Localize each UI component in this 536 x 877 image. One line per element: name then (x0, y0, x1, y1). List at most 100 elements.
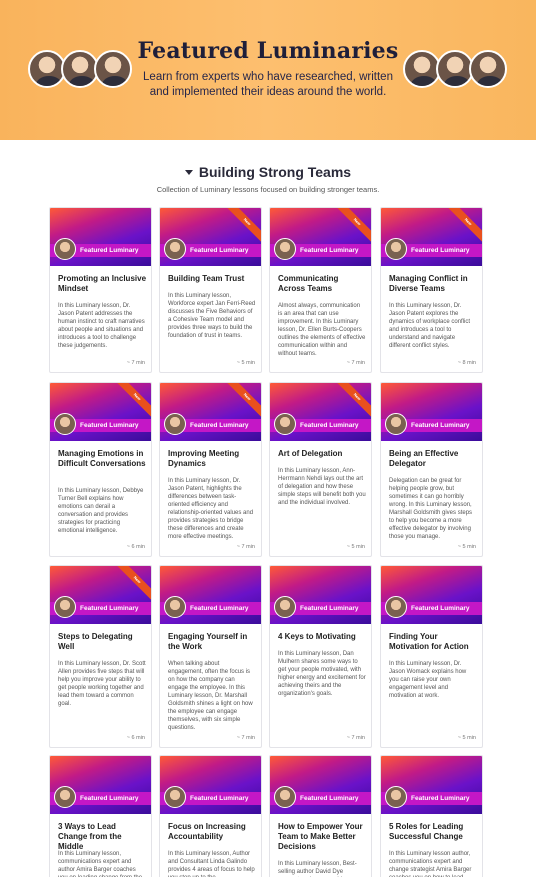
card-title[interactable]: Finding Your Motivation for Action (389, 632, 477, 652)
section-description: Collection of Luminary lessons focused o… (156, 185, 380, 194)
card-title[interactable]: 4 Keys to Motivating (278, 632, 366, 642)
card-banner: New Featured Luminary (50, 383, 151, 441)
card-title[interactable]: Communicating Across Teams (278, 274, 366, 294)
duration-label: ~ 5 min (457, 735, 476, 741)
featured-luminary-label: Featured Luminary (80, 605, 139, 612)
luminary-avatar (164, 786, 186, 808)
lesson-card[interactable]: New Featured Luminary Steps to Delegating … (49, 565, 152, 748)
lesson-card[interactable]: Featured Luminary 5 Roles for Leading Suc… (380, 755, 483, 877)
card-description: Almost always, communication is an area … (278, 303, 366, 357)
lesson-card[interactable]: Featured Luminary Engaging Yourself in th… (159, 565, 262, 748)
duration-label: ~ 7 min (346, 360, 365, 366)
card-banner: New Featured Luminary (270, 383, 371, 441)
page-subtitle: Learn from experts who have researched, … (143, 71, 393, 98)
featured-luminary-label: Featured Luminary (190, 795, 249, 802)
card-banner: Featured Luminary (160, 756, 261, 814)
luminary-avatar (274, 786, 296, 808)
luminary-avatar (274, 238, 296, 260)
card-description: In this Luminary lesson, Dr. Jason Paten… (58, 303, 145, 349)
featured-luminary-label: Featured Luminary (80, 247, 139, 254)
card-description: In this Luminary lesson, Dr. Jason Womac… (389, 661, 467, 699)
card-title[interactable]: Improving Meeting Dynamics (168, 449, 256, 469)
lesson-card[interactable]: New Featured Luminary Building Team Trust I… (159, 207, 262, 373)
lesson-card[interactable]: Featured Luminary Finding Your Motivation… (380, 565, 483, 748)
caret-down-icon (184, 170, 193, 175)
featured-luminary-label: Featured Luminary (411, 795, 470, 802)
new-badge: New (115, 566, 151, 602)
luminary-avatar (385, 238, 407, 260)
lesson-card[interactable]: New Featured Luminary Managing Conflict in… (380, 207, 483, 373)
lesson-card[interactable]: Featured Luminary Being an Effective Dele… (380, 382, 483, 557)
card-title[interactable]: Art of Delegation (278, 449, 366, 459)
card-description: When talking about engagement, often the… (168, 661, 253, 731)
luminary-avatar (54, 238, 76, 260)
luminary-avatar (164, 596, 186, 618)
lesson-card[interactable]: Featured Luminary 3 Ways to Lead Change f… (49, 755, 152, 877)
lesson-card[interactable]: Featured Luminary 4 Keys to Motivating In … (269, 565, 372, 748)
featured-luminary-label: Featured Luminary (190, 422, 249, 429)
card-description: In this Luminary lesson, Author and Cons… (168, 851, 255, 877)
card-description: In this Luminary lesson, Dan Mulhern sha… (278, 651, 366, 697)
new-badge: New (446, 208, 482, 244)
card-title[interactable]: Managing Conflict in Diverse Teams (389, 274, 477, 294)
new-badge: New (115, 383, 151, 419)
card-title[interactable]: Managing Emotions in Difficult Conversat… (58, 449, 146, 469)
card-banner: Featured Luminary (381, 566, 482, 624)
section-toggle[interactable]: Building Strong Teams (0, 164, 536, 180)
card-title[interactable]: Focus on Increasing Accountability (168, 822, 256, 842)
featured-luminary-label: Featured Luminary (300, 795, 359, 802)
luminary-avatar (54, 413, 76, 435)
card-title[interactable]: How to Empower Your Team to Make Better … (278, 822, 366, 852)
card-banner: New Featured Luminary (160, 208, 261, 266)
luminary-avatar (385, 413, 407, 435)
card-banner: Featured Luminary (50, 756, 151, 814)
card-title[interactable]: Building Team Trust (168, 274, 256, 284)
lesson-card[interactable]: Featured Luminary Focus on Increasing Acc… (159, 755, 262, 877)
card-banner: Featured Luminary (160, 566, 261, 624)
card-title[interactable]: Engaging Yourself in the Work (168, 632, 256, 652)
card-title[interactable]: Steps to Delegating Well (58, 632, 146, 652)
luminary-avatar (274, 596, 296, 618)
luminary-avatar (164, 413, 186, 435)
lesson-card[interactable]: New Featured Luminary Managing Emotions in… (49, 382, 152, 557)
card-banner: Featured Luminary (381, 756, 482, 814)
featured-luminary-label: Featured Luminary (411, 605, 470, 612)
duration-label: ~ 5 min (236, 360, 255, 366)
card-description: In this Luminary lesson, Debbye Turner B… (58, 488, 144, 534)
lesson-card[interactable]: New Featured Luminary Communicating Across… (269, 207, 372, 373)
card-title[interactable]: Promoting an Inclusive Mindset (58, 274, 146, 294)
card-description: In this Luminary lesson, communications … (58, 851, 142, 877)
duration-label: ~ 7 min (236, 735, 255, 741)
duration-label: ~ 8 min (457, 360, 476, 366)
card-description: In this Luminary lesson, Dr. Jason Paten… (168, 478, 254, 540)
duration-label: ~ 6 min (126, 735, 145, 741)
card-title[interactable]: 5 Roles for Leading Successful Change (389, 822, 477, 842)
featured-luminary-label: Featured Luminary (411, 422, 470, 429)
duration-label: ~ 5 min (346, 544, 365, 550)
duration-label: ~ 7 min (236, 544, 255, 550)
featured-luminary-label: Featured Luminary (80, 422, 139, 429)
duration-label: ~ 5 min (457, 544, 476, 550)
card-title[interactable]: 3 Ways to Lead Change from the Middle (58, 822, 146, 852)
featured-luminary-label: Featured Luminary (411, 247, 470, 254)
hero-banner: Featured Luminaries Learn from experts w… (0, 0, 536, 140)
lesson-card[interactable]: Featured Luminary How to Empower Your Tea… (269, 755, 372, 877)
card-banner: Featured Luminary (270, 756, 371, 814)
featured-luminary-label: Featured Luminary (300, 422, 359, 429)
duration-label: ~ 6 min (126, 544, 145, 550)
card-description: Delegation can be great for helping peop… (389, 478, 473, 540)
luminary-avatar (54, 596, 76, 618)
new-badge: New (225, 383, 261, 419)
card-banner: Featured Luminary (381, 383, 482, 441)
lesson-card[interactable]: New Featured Luminary Art of Delegation In … (269, 382, 372, 557)
card-description: In this Luminary lesson, Dr. Jason Paten… (389, 303, 471, 349)
duration-label: ~ 7 min (126, 360, 145, 366)
lesson-card[interactable]: New Featured Luminary Improving Meeting Dy… (159, 382, 262, 557)
luminary-avatar (54, 786, 76, 808)
section-title: Building Strong Teams (198, 164, 352, 180)
featured-luminary-label: Featured Luminary (190, 605, 249, 612)
luminary-avatar (469, 50, 507, 88)
card-title[interactable]: Being an Effective Delegator (389, 449, 477, 469)
card-banner: New Featured Luminary (160, 383, 261, 441)
lesson-card[interactable]: Featured Luminary Promoting an Inclusive … (49, 207, 152, 373)
